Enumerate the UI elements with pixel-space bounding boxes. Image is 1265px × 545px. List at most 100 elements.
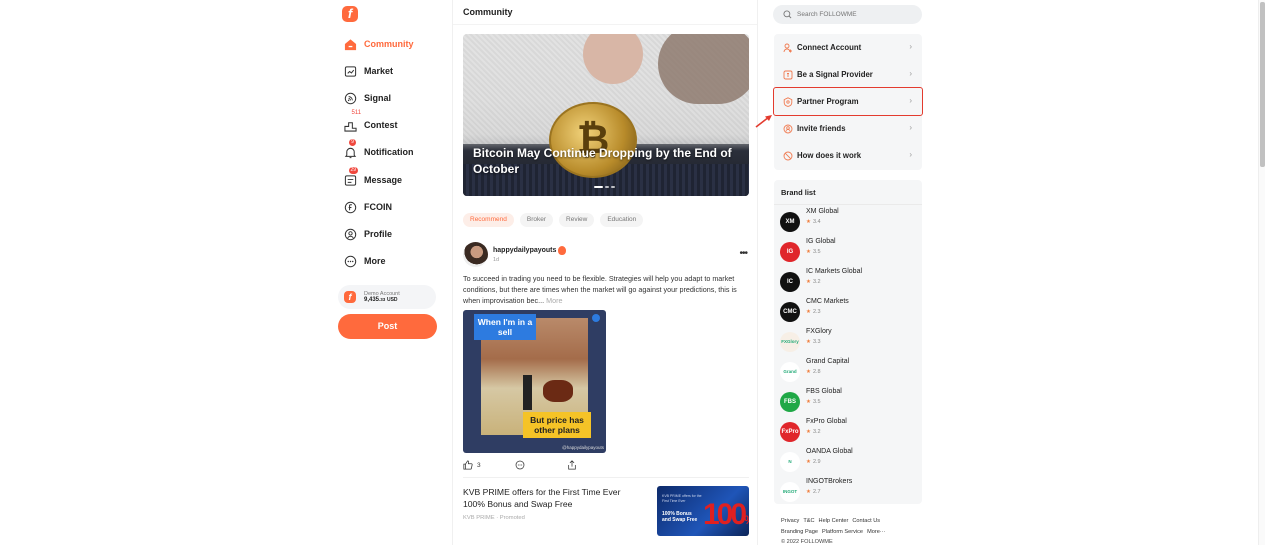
ad-source: KVB PRIME bbox=[463, 515, 495, 521]
footer-link-tc[interactable]: T&C bbox=[803, 518, 814, 524]
sidebar-item-label: Contest bbox=[364, 120, 398, 130]
like-count: 3 bbox=[477, 461, 481, 469]
sidebar-item-message[interactable]: 29 Message bbox=[343, 167, 402, 190]
rating-value: 3.5 bbox=[812, 249, 821, 255]
footer-link-help-center[interactable]: Help Center bbox=[819, 518, 849, 524]
star-icon: ★ bbox=[806, 309, 811, 315]
contest-badge: 511 bbox=[351, 110, 362, 116]
rating-value: 3.3 bbox=[812, 339, 821, 345]
sidebar-item-profile[interactable]: Profile bbox=[343, 224, 392, 244]
sidebar-item-community[interactable]: Community bbox=[343, 34, 414, 54]
search-input[interactable] bbox=[797, 11, 917, 18]
sidebar-item-notification[interactable]: 9 Notification bbox=[343, 139, 414, 162]
brand-item[interactable]: FXGlory FXGlory ★ 3.3 bbox=[780, 328, 920, 354]
brand-name: FXGlory bbox=[806, 328, 832, 335]
brand-list-title: Brand list bbox=[781, 188, 816, 197]
post-button[interactable]: Post bbox=[338, 314, 437, 339]
message-badge: 29 bbox=[349, 167, 358, 174]
tab-education[interactable]: Education bbox=[600, 213, 644, 227]
brand-item[interactable]: FxPro FxPro Global ★ 3.2 bbox=[780, 418, 920, 444]
read-more-link[interactable]: More bbox=[546, 296, 562, 305]
menu-label: Invite friends bbox=[797, 124, 846, 133]
brand-name: OANDA Global bbox=[806, 448, 853, 455]
brand-rating: ★ 2.3 bbox=[806, 309, 821, 315]
tab-review[interactable]: Review bbox=[559, 213, 595, 227]
post-photo-figure bbox=[523, 375, 532, 410]
menu-how-does-it-work[interactable]: How does it work › bbox=[774, 142, 922, 169]
balance-cents: .33 bbox=[379, 297, 386, 302]
scrollbar-thumb[interactable] bbox=[1260, 2, 1265, 167]
brand-rating: ★ 3.5 bbox=[806, 399, 821, 405]
rating-value: 3.2 bbox=[812, 279, 821, 285]
tab-recommend[interactable]: Recommend bbox=[463, 213, 514, 227]
brand-item[interactable]: XM XM Global ★ 3.4 bbox=[780, 208, 920, 234]
brand-rating: ★ 3.2 bbox=[806, 429, 821, 435]
menu-partner-program[interactable]: Partner Program › bbox=[773, 87, 923, 116]
chart-icon bbox=[343, 64, 357, 78]
avatar[interactable] bbox=[463, 242, 488, 267]
divider bbox=[463, 477, 749, 478]
page-scrollbar[interactable] bbox=[1258, 0, 1265, 545]
footer-link-more[interactable]: More··· bbox=[867, 529, 885, 535]
tab-broker[interactable]: Broker bbox=[519, 213, 554, 227]
hero-title: Bitcoin May Continue Dropping by the End… bbox=[473, 146, 732, 176]
brand-item[interactable]: CMC CMC Markets ★ 2.3 bbox=[780, 298, 920, 324]
brand-item[interactable]: N OANDA Global ★ 2.9 bbox=[780, 448, 920, 474]
post-actions: 3 bbox=[463, 460, 606, 472]
menu-be-a-signal-provider[interactable]: Be a Signal Provider › bbox=[774, 61, 922, 88]
sidebar-item-market[interactable]: Market bbox=[343, 61, 393, 81]
chevron-right-icon: › bbox=[909, 69, 912, 78]
menu-invite-friends[interactable]: Invite friends › bbox=[774, 115, 922, 142]
brand-item[interactable]: IG IG Global ★ 3.5 bbox=[780, 238, 920, 264]
sidebar-item-label: More bbox=[364, 256, 386, 266]
brand-logo-icon: FXGlory bbox=[780, 332, 800, 352]
footer-link-branding-page[interactable]: Branding Page bbox=[781, 529, 818, 535]
brand-logo-icon: FBS bbox=[780, 392, 800, 412]
carousel-dot[interactable] bbox=[605, 186, 609, 188]
search-bar[interactable] bbox=[773, 5, 922, 24]
carousel-dot[interactable] bbox=[594, 186, 603, 188]
ad-title[interactable]: KVB PRIME offers for the First Time Ever… bbox=[463, 486, 643, 510]
account-switcher[interactable]: f Demo Account 9,435.33 USD bbox=[338, 285, 436, 309]
like-button[interactable]: 3 bbox=[463, 460, 481, 470]
comment-button[interactable] bbox=[515, 460, 525, 470]
carousel-dot[interactable] bbox=[611, 186, 615, 188]
rating-value: 2.3 bbox=[812, 309, 821, 315]
user-plus-icon bbox=[783, 43, 793, 53]
brand-name: INGOTBrokers bbox=[806, 478, 853, 485]
carousel-indicator[interactable] bbox=[594, 186, 615, 188]
footer-link-privacy[interactable]: Privacy bbox=[781, 518, 799, 524]
sidebar-item-contest[interactable]: 511 Contest bbox=[343, 110, 398, 135]
brand-logo-icon: CMC bbox=[780, 302, 800, 322]
brand-item[interactable]: IC IC Markets Global ★ 3.2 bbox=[780, 268, 920, 294]
quick-menu: Connect Account › Be a Signal Provider ›… bbox=[773, 34, 923, 170]
sidebar-item-signal[interactable]: Signal bbox=[343, 88, 391, 108]
sidebar-item-more[interactable]: More bbox=[343, 251, 386, 271]
sidebar-item-fcoin[interactable]: FCOIN bbox=[343, 197, 392, 217]
chevron-right-icon: › bbox=[909, 123, 912, 132]
menu-label: How does it work bbox=[797, 151, 862, 160]
post-image[interactable]: When I'm in a sell But price has other p… bbox=[463, 310, 606, 453]
footer-link-platform-service[interactable]: Platform Service bbox=[822, 529, 863, 535]
brand-logo-icon: IC bbox=[780, 272, 800, 292]
meme-logo-icon bbox=[592, 314, 600, 322]
annotation-arrow-icon bbox=[755, 115, 772, 128]
rating-value: 2.7 bbox=[812, 489, 821, 495]
post-author[interactable]: happydailypayouts bbox=[493, 247, 556, 254]
brand-item[interactable]: FBS FBS Global ★ 3.5 bbox=[780, 388, 920, 414]
share-button[interactable] bbox=[567, 460, 577, 470]
menu-label: Be a Signal Provider bbox=[797, 70, 873, 79]
followme-logo-icon[interactable]: f bbox=[342, 6, 358, 22]
footer-link-contact-us[interactable]: Contact Us bbox=[852, 518, 880, 524]
brand-item[interactable]: INGOT INGOTBrokers ★ 2.7 bbox=[780, 478, 920, 504]
bell-icon: 9 bbox=[343, 139, 357, 159]
divider bbox=[453, 24, 757, 25]
ad-image[interactable]: KVB PRIME offers for the First Time Ever… bbox=[657, 486, 749, 536]
notification-badge: 9 bbox=[349, 139, 356, 146]
post-options-icon[interactable]: ••• bbox=[739, 248, 747, 259]
brand-item[interactable]: Grand Grand Capital ★ 2.8 bbox=[780, 358, 920, 384]
brand-rating: ★ 2.8 bbox=[806, 369, 821, 375]
menu-connect-account[interactable]: Connect Account › bbox=[774, 34, 922, 61]
sidebar-item-label: FCOIN bbox=[364, 202, 392, 212]
hero-banner[interactable]: ₿ Bitcoin May Continue Dropping by the E… bbox=[463, 34, 749, 196]
